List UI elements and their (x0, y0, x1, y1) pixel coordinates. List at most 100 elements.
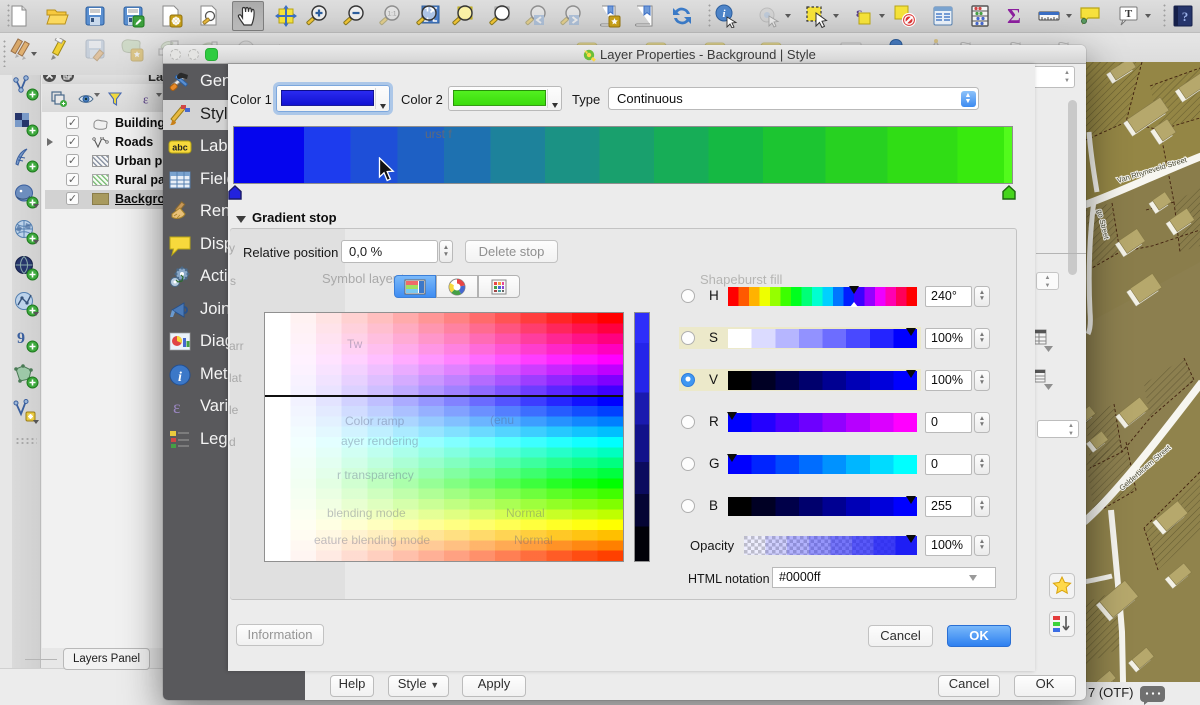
gradient-preview-bar[interactable]: urst f (233, 126, 1013, 184)
select-by-expression-icon[interactable]: ε (846, 1, 878, 31)
slider-value-s[interactable]: 100% (925, 328, 972, 349)
add-delimited-layer-icon[interactable]: 9 (12, 326, 40, 354)
data-defined-button-2[interactable] (1034, 369, 1056, 396)
color2-dropdown-icon[interactable] (552, 103, 558, 108)
favorites-button[interactable] (1049, 573, 1075, 604)
radio-r[interactable] (681, 415, 695, 429)
slider-marker[interactable] (849, 286, 859, 294)
run-feature-action-icon[interactable] (752, 1, 784, 31)
slider-g[interactable] (728, 455, 917, 474)
delete-stop-button[interactable]: Delete stop (465, 240, 558, 263)
value-slider-bar[interactable] (634, 312, 650, 562)
add-group-icon[interactable] (50, 90, 68, 107)
add-postgis-layer-dropdown-icon[interactable] (33, 204, 39, 208)
color1-dropdown-icon[interactable] (380, 104, 386, 109)
radio-v[interactable] (681, 373, 695, 387)
current-edits-icon[interactable] (6, 35, 38, 65)
pan-map-icon[interactable] (232, 1, 264, 31)
add-vector-layer-icon[interactable] (12, 74, 40, 102)
dialog-ok-button[interactable]: OK (1014, 675, 1076, 697)
measure-line-dropdown-icon[interactable] (1066, 14, 1072, 18)
expand-arrow-icon[interactable] (47, 138, 53, 146)
html-notation-dropdown-icon[interactable] (969, 575, 977, 581)
spin-box-partial-2[interactable]: ▲▼ (1037, 420, 1079, 438)
map-canvas[interactable]: Van Rhyneveld Street go Street Gelderblo… (1086, 62, 1200, 682)
slider-h[interactable] (728, 287, 917, 306)
identify-features-icon[interactable]: i (710, 1, 742, 31)
layer-checkbox[interactable]: ✓ (66, 192, 79, 205)
slider-value-r[interactable]: 0 (925, 412, 972, 433)
current-edits-dropdown-icon[interactable] (31, 52, 37, 56)
slider-r[interactable] (728, 413, 917, 432)
messages-button[interactable] (1140, 686, 1165, 702)
slider-stepper[interactable]: ▲▼ (974, 286, 990, 307)
measure-line-icon[interactable] (1033, 1, 1065, 31)
radio-b[interactable] (681, 499, 695, 513)
new-shapefile-layer-icon[interactable] (12, 362, 40, 390)
add-feature-icon[interactable] (116, 35, 148, 65)
zoom-native-icon[interactable]: 1:1 (375, 1, 407, 31)
slider-stepper[interactable]: ▲▼ (974, 328, 990, 349)
save-project-as-icon[interactable] (117, 1, 149, 31)
window-close-button[interactable] (170, 49, 181, 60)
add-wms-layer-dropdown-icon[interactable] (33, 240, 39, 244)
help-button[interactable]: Help (330, 675, 374, 697)
slider-marker[interactable] (727, 412, 737, 420)
new-project-icon[interactable] (3, 1, 35, 31)
radio-h[interactable] (681, 289, 695, 303)
type-combobox[interactable]: Continuous ▲▼ (608, 87, 979, 110)
toggle-editing-icon[interactable] (43, 35, 75, 65)
crs-status-label[interactable]: 7 (OTF) (1088, 685, 1134, 700)
layer-checkbox[interactable]: ✓ (66, 135, 79, 148)
layer-checkbox[interactable]: ✓ (66, 173, 79, 186)
text-annotation-icon[interactable]: T (1112, 1, 1144, 31)
slider-stepper[interactable]: ▲▼ (974, 412, 990, 433)
slider-stepper[interactable]: ▲▼ (974, 370, 990, 391)
unit-combo-partial[interactable]: ▲▼ (1031, 66, 1075, 88)
slider-value-opacity[interactable]: 100% (925, 535, 972, 556)
slider-value-h[interactable]: 240° (925, 286, 972, 307)
layer-row-backgro[interactable]: ✓Backgro (45, 190, 163, 209)
slider-stepper[interactable]: ▲▼ (974, 454, 990, 475)
show-bookmarks-icon[interactable] (629, 1, 661, 31)
window-zoom-button[interactable] (205, 48, 218, 61)
dialog-titlebar[interactable]: Layer Properties - Background | Style (163, 45, 1086, 64)
color1-button[interactable] (276, 85, 390, 112)
data-defined-button-1[interactable] (1034, 329, 1056, 358)
new-virtual-layer-dropdown-icon[interactable] (33, 420, 39, 424)
information-button[interactable]: Information (236, 624, 324, 646)
run-feature-action-dropdown-icon[interactable] (785, 14, 791, 18)
gradient-stop-marker-right[interactable] (1002, 185, 1016, 200)
open-attribute-table-icon[interactable] (927, 1, 959, 31)
slider-v[interactable] (728, 371, 917, 390)
manage-themes-dropdown-icon[interactable] (94, 93, 100, 97)
collapse-triangle-icon[interactable] (236, 216, 246, 223)
style-menu-button[interactable]: Style ▼ (388, 675, 449, 697)
field-calculator-icon[interactable] (964, 1, 996, 31)
pan-to-selection-icon[interactable] (270, 1, 302, 31)
add-wcs-layer-icon[interactable] (12, 254, 40, 282)
save-layer-edits-icon[interactable] (80, 35, 112, 65)
filter-expression-icon[interactable]: ε (139, 90, 157, 107)
slider-value-v[interactable]: 100% (925, 370, 972, 391)
slider-marker[interactable] (727, 454, 737, 462)
zoom-to-selection-icon[interactable] (448, 1, 480, 31)
sort-button[interactable] (1049, 611, 1075, 642)
show-statistics-icon[interactable]: Σ (998, 1, 1030, 31)
picker-tab-color-swatches[interactable] (478, 275, 520, 298)
deselect-features-icon[interactable] (889, 1, 921, 31)
zoom-to-layer-icon[interactable] (485, 1, 517, 31)
slider-marker[interactable] (906, 370, 916, 378)
layer-checkbox[interactable]: ✓ (66, 116, 79, 129)
open-project-icon[interactable] (41, 1, 73, 31)
new-print-composer-icon[interactable] (155, 1, 187, 31)
relative-position-input[interactable]: 0,0 % (341, 240, 438, 263)
slider-b[interactable] (728, 497, 917, 516)
composer-manager-icon[interactable] (193, 1, 225, 31)
save-project-icon[interactable] (79, 1, 111, 31)
refresh-map-icon[interactable] (666, 1, 698, 31)
zoom-next-icon[interactable] (556, 1, 588, 31)
add-raster-layer-icon[interactable] (12, 110, 40, 138)
relative-position-stepper[interactable]: ▲▼ (439, 240, 453, 263)
zoom-full-icon[interactable] (412, 1, 444, 31)
